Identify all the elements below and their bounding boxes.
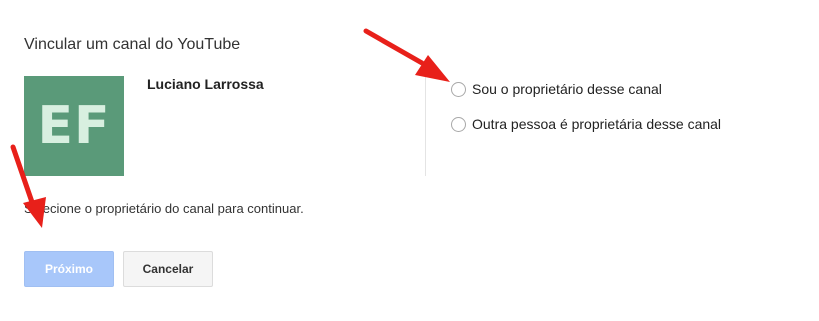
radio-label-other-owner: Outra pessoa é proprietária desse canal	[472, 116, 722, 132]
cancel-button[interactable]: Cancelar	[123, 251, 213, 287]
next-button[interactable]: Próximo	[24, 251, 114, 287]
radio-button-owner[interactable]	[451, 81, 466, 97]
channel-name: Luciano Larrossa	[147, 76, 264, 92]
channel-avatar: EF	[24, 76, 124, 176]
radio-option-owner[interactable]: Sou o proprietário desse canal	[451, 81, 662, 97]
hint-text: Selecione o proprietário do canal para c…	[24, 201, 304, 216]
avatar-initials: EF	[37, 96, 111, 156]
link-youtube-channel-dialog: Vincular um canal do YouTube EF Luciano …	[0, 0, 819, 321]
radio-option-other-owner[interactable]: Outra pessoa é proprietária desse canal	[451, 116, 721, 132]
radio-label-owner: Sou o proprietário desse canal	[472, 81, 662, 97]
radio-button-other-owner[interactable]	[451, 116, 466, 132]
arrow-to-radio-icon	[363, 28, 450, 82]
vertical-divider	[425, 76, 426, 176]
dialog-title: Vincular um canal do YouTube	[24, 36, 241, 53]
